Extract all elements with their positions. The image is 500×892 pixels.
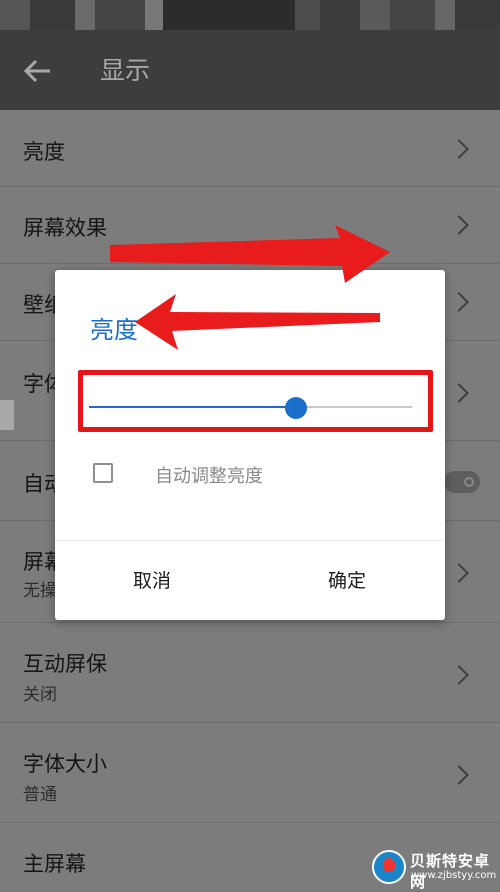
slider-highlight-box bbox=[78, 370, 433, 432]
setting-item-brightness[interactable]: 亮度 bbox=[0, 110, 500, 187]
watermark: 贝斯特安卓网 www.zjbstyy.com bbox=[368, 848, 500, 891]
arrow-left-icon[interactable] bbox=[22, 56, 56, 86]
dialog-divider bbox=[55, 540, 445, 541]
setting-subtitle: 普通 bbox=[23, 785, 57, 805]
watermark-url: www.zjbstyy.com bbox=[411, 870, 497, 881]
dialog-title: 亮度 bbox=[90, 316, 138, 344]
page-title: 显示 bbox=[100, 56, 151, 85]
auto-brightness-checkbox[interactable] bbox=[93, 463, 113, 483]
slider-track-empty bbox=[295, 406, 412, 408]
setting-item-interactive-saver[interactable]: 互动屏保 关闭 bbox=[0, 622, 500, 723]
chevron-right-icon bbox=[449, 383, 469, 403]
setting-title: 亮度 bbox=[23, 140, 65, 164]
setting-item-font-size[interactable]: 字体大小 普通 bbox=[0, 722, 500, 823]
confirm-button[interactable]: 确定 bbox=[328, 566, 366, 593]
chevron-right-icon bbox=[449, 765, 469, 785]
setting-title: 主屏幕 bbox=[23, 852, 86, 876]
auto-toggle[interactable] bbox=[444, 471, 480, 493]
brightness-dialog: 亮度 自动调整亮度 取消 确定 bbox=[55, 270, 445, 620]
watermark-logo-icon bbox=[372, 850, 406, 884]
brightness-slider-thumb[interactable] bbox=[284, 397, 307, 419]
setting-title: 屏幕效果 bbox=[23, 216, 107, 240]
chevron-right-icon bbox=[449, 563, 469, 583]
auto-brightness-label: 自动调整亮度 bbox=[155, 466, 263, 487]
status-bar bbox=[0, 0, 500, 30]
app-bar: 显示 bbox=[0, 30, 500, 110]
setting-subtitle: 无操 bbox=[23, 581, 57, 601]
font-preview-bar bbox=[0, 400, 14, 430]
setting-item-screen-effect[interactable]: 屏幕效果 bbox=[0, 186, 500, 264]
setting-subtitle: 关闭 bbox=[23, 685, 57, 705]
chevron-right-icon bbox=[449, 292, 469, 312]
slider-track-filled bbox=[89, 406, 296, 408]
setting-title: 字体大小 bbox=[23, 752, 107, 776]
chevron-right-icon bbox=[449, 139, 469, 159]
chevron-right-icon bbox=[449, 665, 469, 685]
cancel-button[interactable]: 取消 bbox=[133, 566, 171, 593]
chevron-right-icon bbox=[449, 215, 469, 235]
setting-title: 互动屏保 bbox=[23, 652, 107, 676]
